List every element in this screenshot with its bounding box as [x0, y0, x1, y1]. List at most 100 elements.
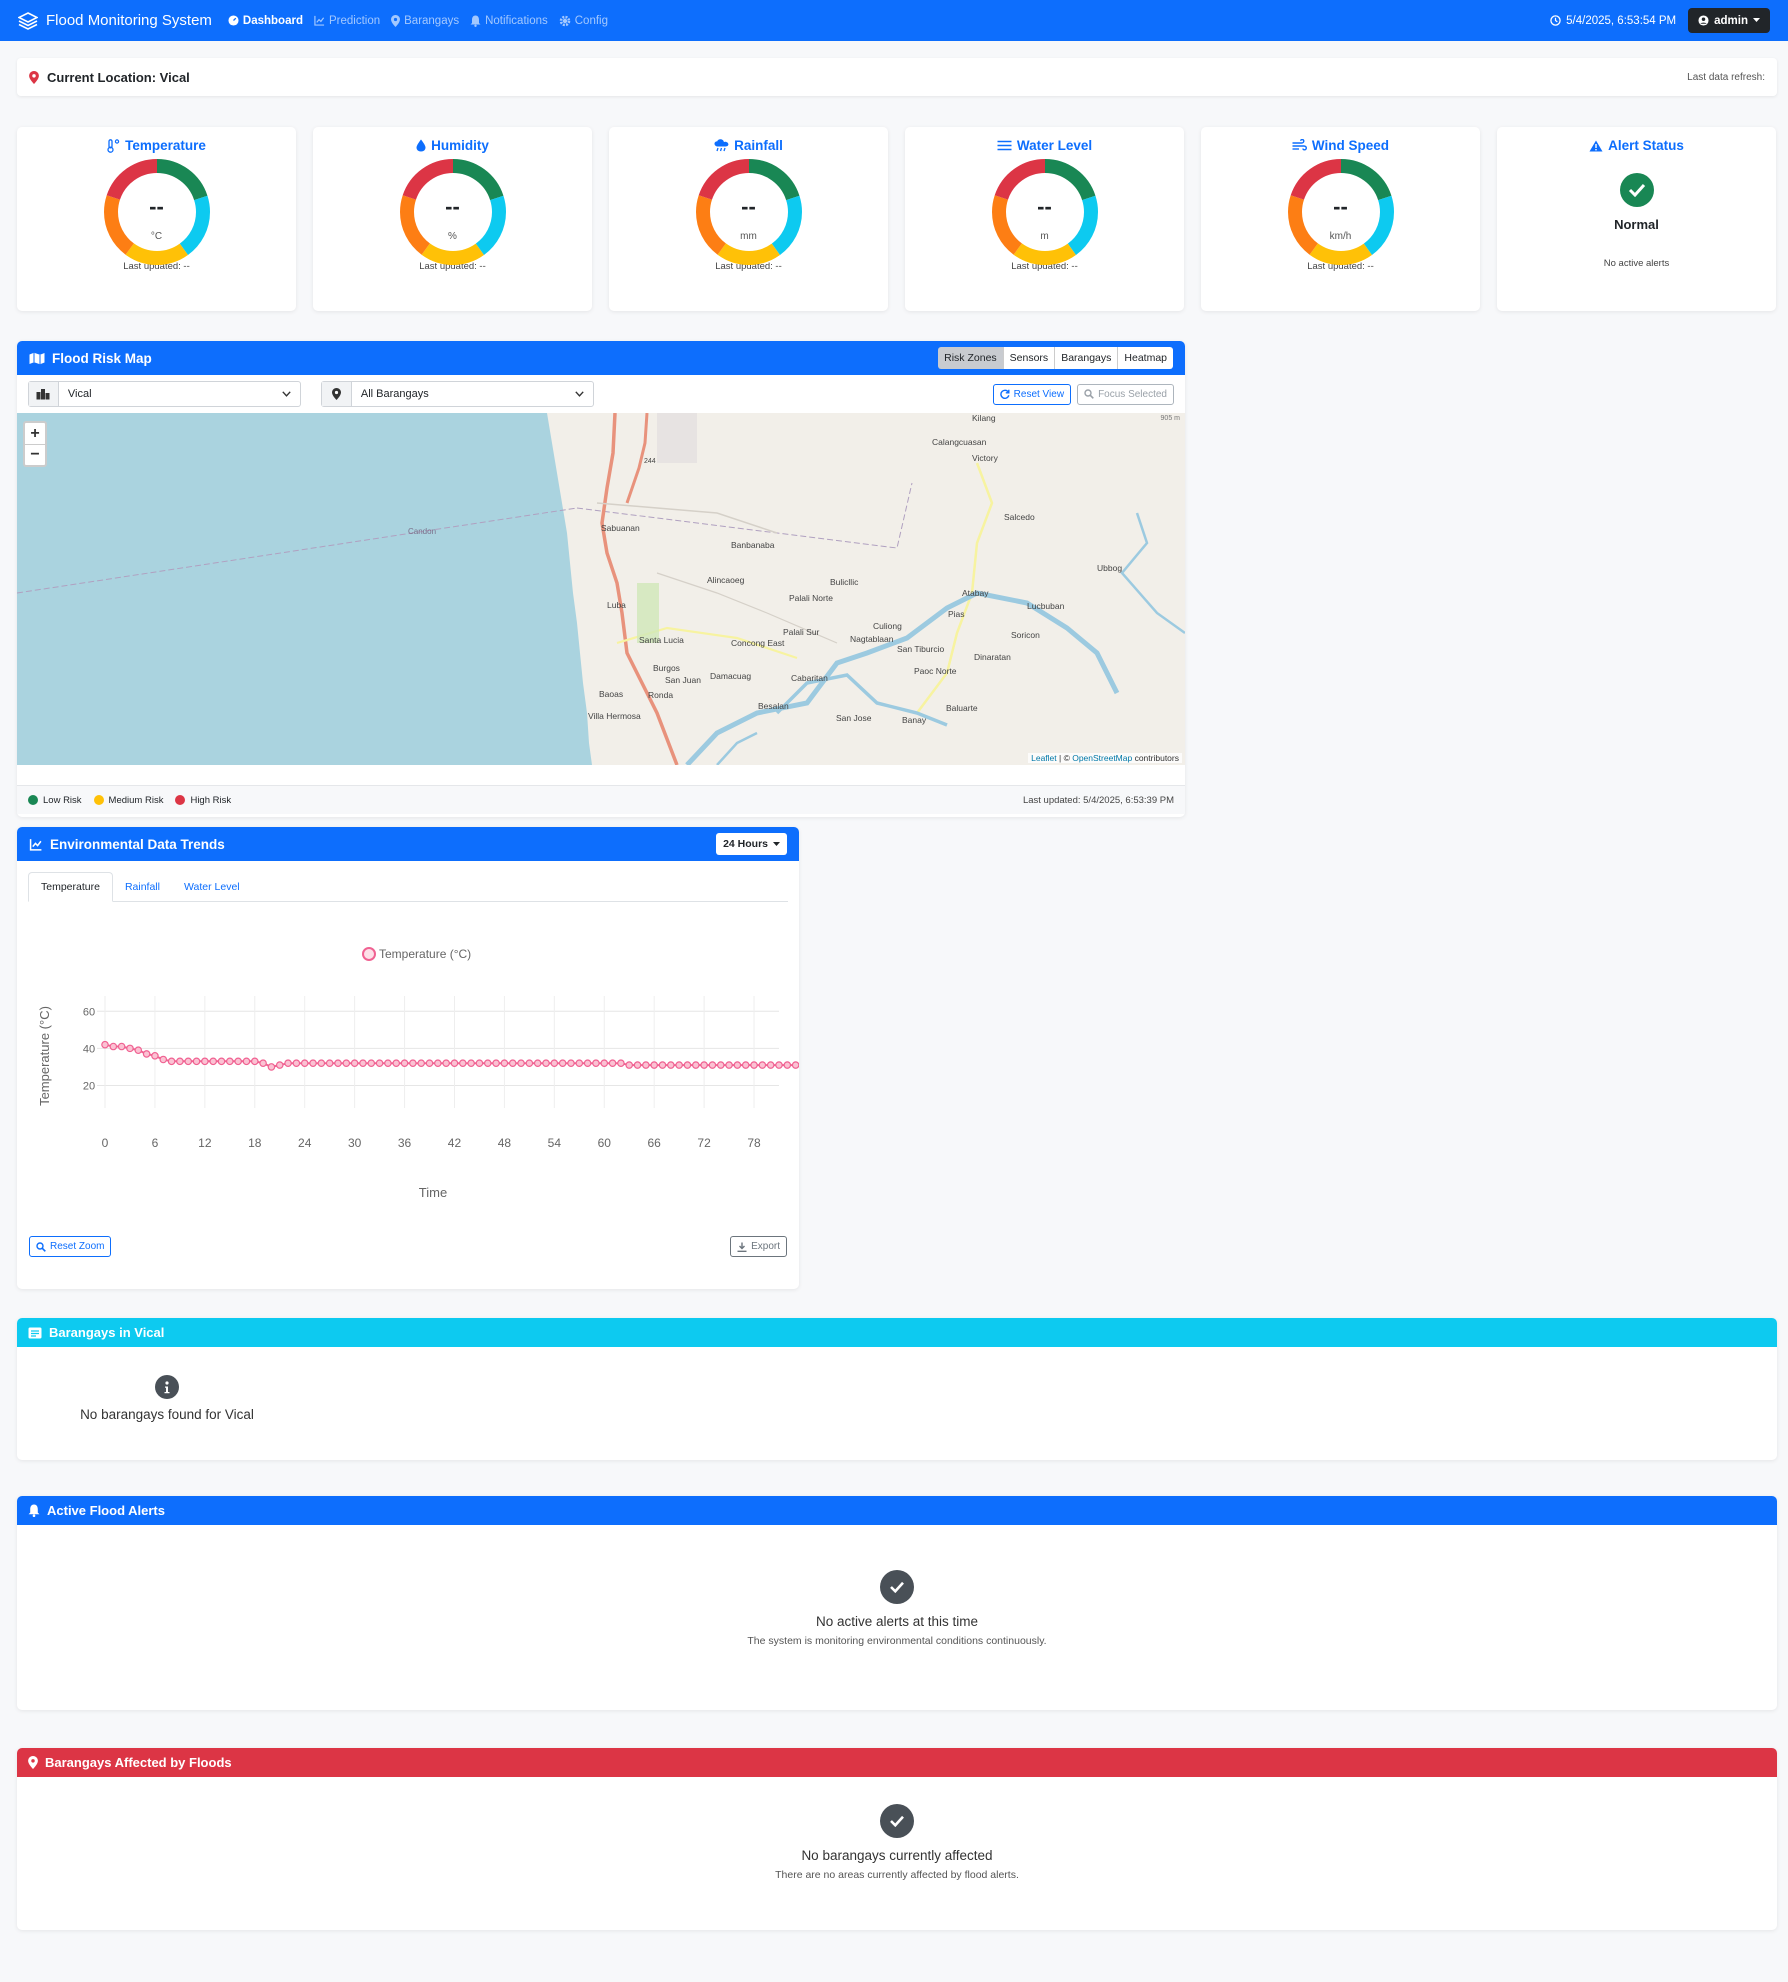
data-point[interactable]	[791, 1061, 799, 1069]
municipality-select[interactable]: Vical	[28, 381, 301, 407]
data-point[interactable]	[109, 1042, 118, 1051]
data-point[interactable]	[700, 1061, 708, 1069]
data-point[interactable]	[242, 1057, 251, 1066]
data-point[interactable]	[367, 1059, 376, 1068]
data-point[interactable]	[267, 1063, 276, 1071]
layer-risk-zones-button[interactable]: Risk Zones	[938, 347, 1004, 369]
data-point[interactable]	[226, 1057, 234, 1066]
data-point[interactable]	[608, 1059, 617, 1068]
data-point[interactable]	[392, 1059, 401, 1068]
data-point[interactable]	[284, 1059, 292, 1068]
data-point[interactable]	[642, 1061, 650, 1069]
data-point[interactable]	[558, 1059, 567, 1068]
municipality-select-box[interactable]: Vical	[59, 382, 300, 406]
data-point[interactable]	[176, 1057, 184, 1066]
data-point[interactable]	[334, 1059, 342, 1068]
data-point[interactable]	[716, 1061, 725, 1069]
data-point[interactable]	[292, 1059, 301, 1068]
data-point[interactable]	[350, 1059, 359, 1068]
data-point[interactable]	[342, 1059, 351, 1068]
data-point[interactable]	[325, 1059, 334, 1068]
data-point[interactable]	[384, 1059, 392, 1068]
layer-barangays-button[interactable]: Barangays	[1055, 347, 1119, 369]
data-point[interactable]	[733, 1061, 742, 1069]
data-point[interactable]	[600, 1059, 609, 1068]
zoom-in-button[interactable]: +	[25, 423, 45, 444]
data-point[interactable]	[575, 1059, 584, 1068]
data-point[interactable]	[375, 1059, 384, 1068]
brand[interactable]: Flood Monitoring System	[18, 11, 212, 30]
nav-config[interactable]: Config	[559, 15, 608, 27]
nav-notifications[interactable]: Notifications	[470, 15, 548, 27]
data-point[interactable]	[459, 1059, 467, 1068]
nav-prediction[interactable]: Prediction	[314, 15, 380, 27]
temperature-chart[interactable]: 60 40 20 0 6 12 18 24 30 36 42 48 54 60 66 72 78 Temperat…	[17, 909, 799, 1229]
data-point[interactable]	[275, 1061, 284, 1069]
data-point[interactable]	[142, 1050, 151, 1058]
reset-zoom-button[interactable]: Reset Zoom	[29, 1236, 112, 1257]
user-menu-button[interactable]: admin	[1688, 8, 1770, 33]
chart-legend[interactable]: Temperature (°C)	[362, 947, 471, 961]
data-point[interactable]	[775, 1061, 783, 1069]
data-point[interactable]	[359, 1059, 367, 1068]
data-point[interactable]	[425, 1059, 434, 1068]
data-point[interactable]	[450, 1059, 459, 1068]
data-point[interactable]	[134, 1046, 143, 1055]
data-point[interactable]	[750, 1061, 758, 1069]
data-point[interactable]	[758, 1061, 767, 1069]
data-point[interactable]	[151, 1051, 159, 1060]
data-point[interactable]	[167, 1057, 176, 1066]
data-point[interactable]	[192, 1057, 201, 1066]
data-point[interactable]	[783, 1061, 792, 1069]
data-point[interactable]	[434, 1059, 442, 1068]
data-point[interactable]	[766, 1061, 775, 1069]
nav-barangays[interactable]: Barangays	[391, 14, 459, 27]
data-point[interactable]	[309, 1059, 317, 1068]
data-point[interactable]	[101, 1040, 109, 1049]
layer-sensors-button[interactable]: Sensors	[1003, 347, 1056, 369]
data-point[interactable]	[583, 1059, 592, 1068]
data-point[interactable]	[691, 1061, 700, 1069]
data-point[interactable]	[259, 1059, 267, 1068]
data-point[interactable]	[492, 1059, 500, 1068]
data-point[interactable]	[592, 1059, 600, 1068]
data-point[interactable]	[550, 1059, 559, 1068]
data-point[interactable]	[658, 1061, 667, 1069]
data-point[interactable]	[525, 1059, 534, 1068]
data-point[interactable]	[475, 1059, 484, 1068]
data-point[interactable]	[633, 1061, 642, 1069]
data-point[interactable]	[508, 1059, 517, 1068]
data-point[interactable]	[708, 1061, 717, 1069]
data-point[interactable]	[159, 1055, 168, 1064]
data-point[interactable]	[126, 1044, 134, 1053]
focus-selected-button[interactable]: Focus Selected	[1077, 383, 1174, 405]
osm-link[interactable]: OpenStreetMap	[1072, 753, 1132, 763]
barangay-select-box[interactable]: All Barangays	[352, 382, 593, 406]
layer-heatmap-button[interactable]: Heatmap	[1118, 347, 1173, 369]
data-point[interactable]	[409, 1059, 417, 1068]
data-point[interactable]	[250, 1057, 259, 1066]
data-point[interactable]	[217, 1057, 226, 1066]
data-point[interactable]	[117, 1042, 126, 1051]
data-point[interactable]	[741, 1061, 750, 1069]
data-point[interactable]	[317, 1059, 326, 1068]
data-point[interactable]	[467, 1059, 475, 1068]
data-point[interactable]	[533, 1059, 542, 1068]
data-point[interactable]	[625, 1061, 634, 1069]
map-canvas[interactable]: Candon Kilang Calangcuasan Victory Salcedo S…	[17, 413, 1185, 765]
data-point[interactable]	[234, 1057, 242, 1066]
reset-view-button[interactable]: Reset View	[992, 383, 1072, 405]
tab-temperature[interactable]: Temperature	[28, 872, 113, 902]
export-button[interactable]: Export	[730, 1236, 787, 1257]
data-point[interactable]	[650, 1061, 658, 1069]
data-point[interactable]	[542, 1059, 550, 1068]
data-point[interactable]	[184, 1057, 193, 1066]
data-point[interactable]	[500, 1059, 509, 1068]
leaflet-link[interactable]: Leaflet	[1031, 753, 1057, 763]
data-point[interactable]	[201, 1057, 209, 1066]
tab-rainfall[interactable]: Rainfall	[113, 872, 172, 901]
data-point[interactable]	[683, 1061, 692, 1069]
data-point[interactable]	[517, 1059, 525, 1068]
data-point[interactable]	[400, 1059, 409, 1068]
data-point[interactable]	[442, 1059, 450, 1068]
